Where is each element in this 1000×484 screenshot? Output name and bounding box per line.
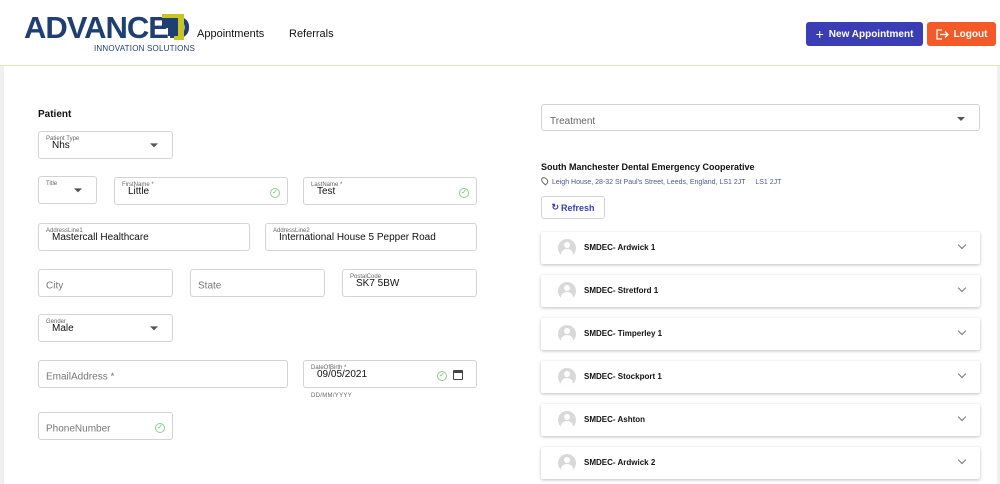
patient-section-title: Patient [38, 109, 72, 120]
new-appointment-label: New Appointment [828, 28, 914, 40]
plus-icon: + [815, 26, 824, 42]
logo-subtitle: INNOVATION SOLUTIONS [94, 44, 196, 53]
clinic-address: Leigh House, 28-32 St Paul's Street, Lee… [539, 175, 782, 186]
postal-code-field[interactable]: PostalCode SK7 5BW [342, 269, 477, 297]
check-circle-icon: ✓ [270, 188, 280, 198]
site-name: SMDEC- Ardwick 2 [584, 458, 656, 467]
avatar-icon [558, 325, 576, 343]
gender-select[interactable]: Gender Male [38, 314, 173, 342]
site-accordion-item[interactable]: SMDEC- Ashton [541, 404, 980, 436]
site-accordion-item[interactable]: SMDEC- Stretford 1 [541, 275, 980, 307]
clinic-name: South Manchester Dental Emergency Cooper… [541, 162, 755, 172]
clinic-postcode: LS1 2JT [755, 179, 782, 186]
caret-down-icon [74, 188, 82, 193]
first-name-value: Little [128, 186, 150, 197]
state-field[interactable]: State [190, 269, 325, 297]
location-pin-icon [539, 175, 550, 186]
caret-down-icon [150, 326, 158, 331]
chevron-down-icon [957, 412, 967, 422]
check-circle-icon: ✓ [437, 371, 447, 381]
site-name: SMDEC- Ardwick 1 [584, 243, 656, 252]
patient-type-select[interactable]: Patient Type Nhs [38, 131, 173, 159]
refresh-button[interactable]: ↻ Refresh [541, 196, 605, 219]
new-appointment-button[interactable]: + New Appointment [806, 22, 923, 46]
patient-type-value: Nhs [52, 140, 70, 151]
site-accordion-item[interactable]: SMDEC- Timperley 1 [541, 318, 980, 350]
chevron-down-icon [957, 283, 967, 293]
site-accordion-item[interactable]: SMDEC- Ardwick 1 [541, 232, 980, 264]
avatar-icon [558, 239, 576, 257]
clinic-address-text: Leigh House, 28-32 St Paul's Street, Lee… [551, 179, 746, 186]
last-name-field[interactable]: LastName * Test ✓ [303, 177, 477, 205]
date-of-birth-field[interactable]: DateOfBirth * 09/05/2021 ✓ [303, 360, 477, 388]
site-name: SMDEC- Stretford 1 [584, 286, 659, 295]
check-circle-icon: ✓ [459, 188, 469, 198]
site-accordion-item[interactable]: SMDEC- Ardwick 2 [541, 447, 980, 479]
title-label: Title [46, 181, 58, 187]
phone-number-field[interactable]: PhoneNumber ✓ [38, 412, 173, 440]
gender-value: Male [52, 323, 74, 334]
avatar-icon [558, 411, 576, 429]
logout-icon [935, 28, 949, 40]
date-of-birth-value: 09/05/2021 [317, 369, 368, 380]
refresh-label: Refresh [561, 202, 595, 213]
logout-button[interactable]: Logout [927, 22, 996, 46]
page-edge-left [0, 66, 4, 484]
avatar-icon [558, 368, 576, 386]
avatar-icon [558, 282, 576, 300]
last-name-value: Test [317, 186, 336, 197]
chevron-down-icon [957, 240, 967, 250]
treatment-placeholder: Treatment [550, 116, 596, 127]
site-name: SMDEC- Ashton [584, 415, 646, 424]
address-line1-field[interactable]: AddressLine1 Mastercall Healthcare [38, 223, 250, 251]
logo-mark-icon [162, 14, 184, 40]
caret-down-icon [150, 143, 158, 148]
email-field[interactable]: EmailAddress * [38, 360, 288, 388]
state-placeholder: State [198, 280, 222, 292]
site-accordion-item[interactable]: SMDEC- Stockport 1 [541, 361, 980, 393]
phone-placeholder: PhoneNumber [46, 423, 111, 435]
address-line1-value: Mastercall Healthcare [52, 232, 149, 243]
address-line2-field[interactable]: AddressLine2 International House 5 Peppe… [265, 223, 477, 251]
treatment-select[interactable]: Treatment [541, 104, 980, 131]
refresh-icon: ↻ [551, 202, 560, 212]
calendar-icon[interactable] [453, 370, 463, 380]
avatar-icon [558, 454, 576, 472]
first-name-field[interactable]: FirstName * Little ✓ [114, 177, 288, 205]
site-name: SMDEC- Stockport 1 [584, 372, 662, 381]
caret-down-icon [957, 117, 965, 121]
company-logo[interactable]: ADVANCED INNOVATION SOLUTIONS [24, 12, 195, 56]
check-circle-icon: ✓ [155, 423, 165, 433]
nav-referrals[interactable]: Referrals [289, 28, 334, 40]
nav-appointments[interactable]: Appointments [197, 28, 264, 40]
app-header: ADVANCED INNOVATION SOLUTIONS Appointmen… [0, 0, 1000, 66]
postal-code-value: SK7 5BW [356, 278, 400, 289]
site-name: SMDEC- Timperley 1 [584, 329, 663, 338]
chevron-down-icon [957, 455, 967, 465]
chevron-down-icon [957, 369, 967, 379]
chevron-down-icon [957, 326, 967, 336]
email-placeholder: EmailAddress * [46, 371, 115, 383]
address-line2-value: International House 5 Pepper Road [279, 232, 436, 243]
date-format-helper: DD/MM/YYYY [311, 393, 353, 399]
title-select[interactable]: Title [38, 176, 97, 204]
city-placeholder: City [46, 280, 64, 292]
logout-label: Logout [953, 28, 988, 40]
city-field[interactable]: City [38, 269, 173, 297]
